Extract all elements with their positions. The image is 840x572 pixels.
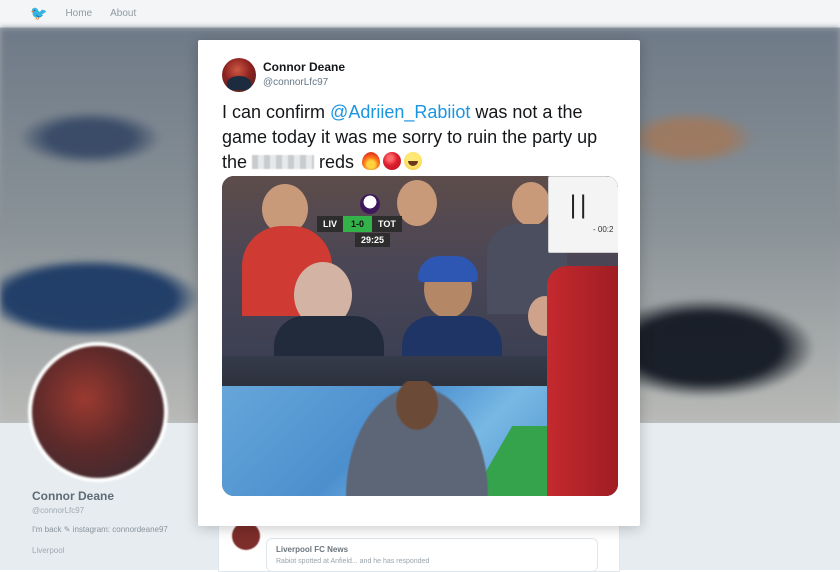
laughing-face-emoji-icon <box>404 152 423 170</box>
tweet-media-photo[interactable]: || - 00:2 LIV 1-0 TOT 29:25 <box>222 176 618 496</box>
background-profile-location: Liverpool <box>32 546 65 555</box>
match-clock: 29:25 <box>355 233 391 247</box>
nav-about-link[interactable]: About <box>110 8 136 19</box>
substitute-player <box>342 381 492 496</box>
substitution-board: || - 00:2 <box>548 176 618 253</box>
background-feed-avatar[interactable] <box>232 522 260 550</box>
background-profile-bio: I'm back ✎ instagram: connordeane97 <box>32 525 168 534</box>
scorebug-row: LIV 1-0 TOT <box>317 216 402 232</box>
spectator-cap <box>418 256 478 282</box>
background-quoted-tweet[interactable] <box>266 538 598 572</box>
background-quoted-text: Rabiot spotted at Anfield... and he has … <box>276 558 430 565</box>
score: 1-0 <box>343 216 373 232</box>
tweet-text-part3: reds <box>314 152 355 172</box>
nav-home-link[interactable]: Home <box>65 8 92 19</box>
twitter-bird-icon: 🐦 <box>30 5 48 21</box>
spectator-head <box>512 182 550 226</box>
background-profile-handle: @connorLfc97 <box>32 506 85 515</box>
background-profile-name: Connor Deane <box>32 489 115 503</box>
premier-league-logo-icon <box>360 194 380 214</box>
home-team: LIV <box>317 216 344 232</box>
red-kit-player <box>547 266 618 496</box>
author-name[interactable]: Connor Deane <box>263 60 345 74</box>
away-team: TOT <box>372 216 402 232</box>
author-handle[interactable]: @connorLfc97 <box>263 77 328 88</box>
tweet-text-part1: I can confirm <box>222 102 331 122</box>
mention-link[interactable]: @Adriien_Rabiiot <box>330 102 470 122</box>
tweet-card[interactable]: Connor Deane @connorLfc97 I can confirm … <box>198 40 640 526</box>
board-bars: || <box>569 191 590 219</box>
censored-word <box>252 155 315 169</box>
background-profile-avatar[interactable] <box>28 342 168 482</box>
red-circle-emoji-icon <box>383 152 402 170</box>
background-topbar: 🐦 Home About <box>0 0 840 28</box>
scorebug: LIV 1-0 TOT 29:25 <box>317 216 429 250</box>
fire-emoji-icon <box>362 152 381 170</box>
author-avatar[interactable] <box>222 58 256 92</box>
background-quoted-name: Liverpool FC News <box>276 545 349 554</box>
board-time: - 00:2 <box>593 225 614 234</box>
tweet-text: I can confirm @Adriien_Rabiiot was not a… <box>222 100 622 175</box>
